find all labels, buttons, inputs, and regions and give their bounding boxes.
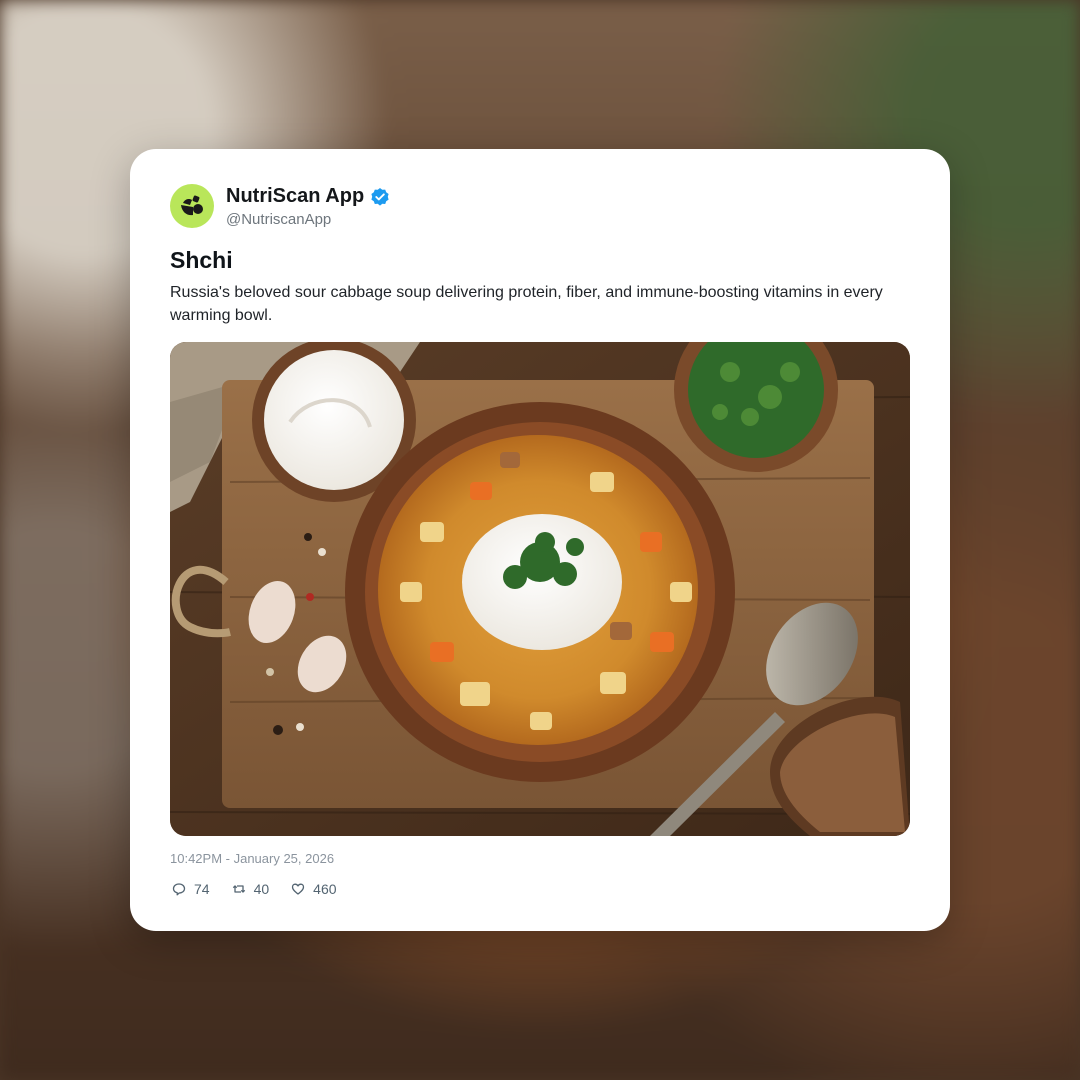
post-card: NutriScan App @NutriscanApp Shchi Russia… [130,149,950,931]
repost-stat[interactable]: 40 [232,881,270,897]
post-description: Russia's beloved sour cabbage soup deliv… [170,284,883,324]
reply-icon [172,883,186,896]
account-handle[interactable]: @NutriscanApp [226,211,331,228]
reply-stat[interactable]: 74 [172,881,210,897]
like-stat[interactable]: 460 [291,881,337,897]
account-name-row: NutriScan App [226,185,390,208]
post-title: Shchi [170,247,233,273]
engagement-stats: 74 40 460 [172,881,337,897]
post-image[interactable] [170,342,910,836]
account-name[interactable]: NutriScan App [226,185,364,208]
post-timestamp: 10:42PM - January 25, 2026 [170,851,335,866]
like-count: 460 [313,881,337,897]
avatar[interactable] [170,184,214,228]
reply-count: 74 [194,881,210,897]
verified-badge-icon [371,187,389,206]
shchi-photo-illustration [170,342,910,836]
nutriscan-logo-icon [181,195,203,216]
like-icon [292,883,305,895]
repost-count: 40 [253,881,270,897]
repost-icon [232,885,245,893]
